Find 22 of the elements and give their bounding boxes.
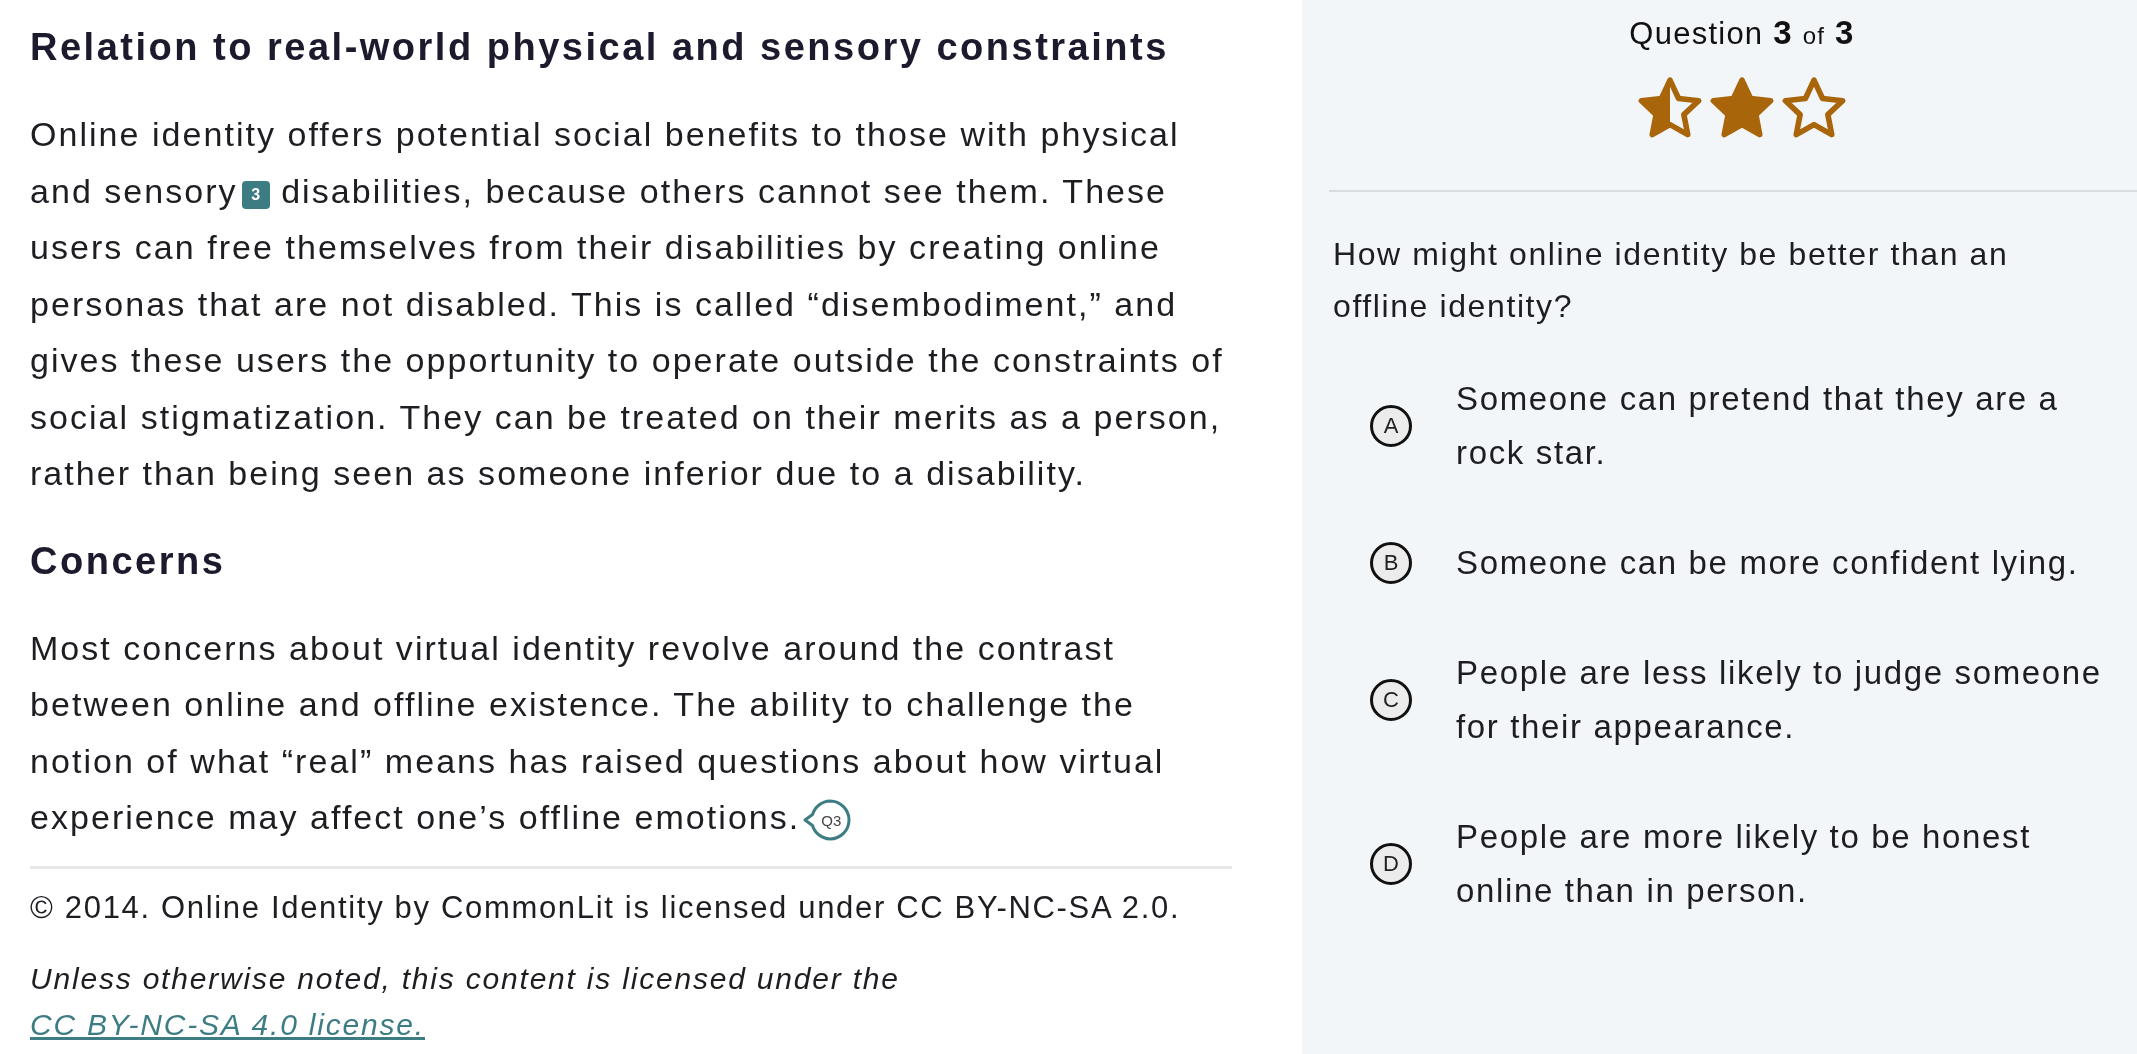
answer-radio[interactable]: B xyxy=(1370,542,1412,584)
answer-label[interactable]: Someone can be more confident lying. xyxy=(1456,536,2079,590)
section-heading: Relation to real-world physical and sensory constraints xyxy=(30,25,1170,70)
half-star-icon xyxy=(1638,77,1702,138)
license-link[interactable]: CC BY-NC-SA 4.0 license. xyxy=(30,1007,425,1041)
question-marker[interactable]: Q3 xyxy=(802,798,853,842)
attribution-text: © 2014. Online Identity by CommonLit is licensed under CC BY-NC-SA 2.0. xyxy=(30,888,1182,927)
body-paragraph: Online identity offers potential social benefits to those with physical and sensory 3 disabilities, because others cannot see them. These users can free themselves from their disabilities by creating online personas that are not disabled. This is called “disembodiment,” and gives these users the opportunity to operate outside the constraints of social stigmatization. They can be treated on their merits as a person, rather than being seen as someone inferior due to a disability. xyxy=(30,114,1225,494)
filled-star-icon xyxy=(1710,77,1774,138)
question-text: How might online identity be better than an offline identity? xyxy=(1332,235,2010,326)
question-counter: Question 3 of 3 xyxy=(1629,13,1855,53)
answer-radio[interactable]: A xyxy=(1370,405,1412,447)
answer-label[interactable]: People are more likely to be honest online than in person. xyxy=(1456,810,2133,918)
answer-radio[interactable]: D xyxy=(1370,843,1412,885)
section-heading: Concerns xyxy=(30,538,227,584)
answer-label[interactable]: Someone can pretend that they are a rock star. xyxy=(1456,372,2133,480)
license-text: Unless otherwise noted, this content is licensed under the CC BY-NC-SA 4.0 license. xyxy=(30,960,901,1043)
answer-radio[interactable]: C xyxy=(1370,679,1412,721)
outline-star-icon xyxy=(1782,77,1846,138)
answer-label[interactable]: People are less likely to judge someone for their appearance. xyxy=(1456,646,2133,754)
footnote-badge[interactable]: 3 xyxy=(241,180,270,209)
body-paragraph: Most concerns about virtual identity revolve around the contrast between online and offline existence. The ability to challenge the notion of what “real” means has raised questions about how virtual experience may affect one’s offline emotions. Q3 xyxy=(30,619,1228,846)
